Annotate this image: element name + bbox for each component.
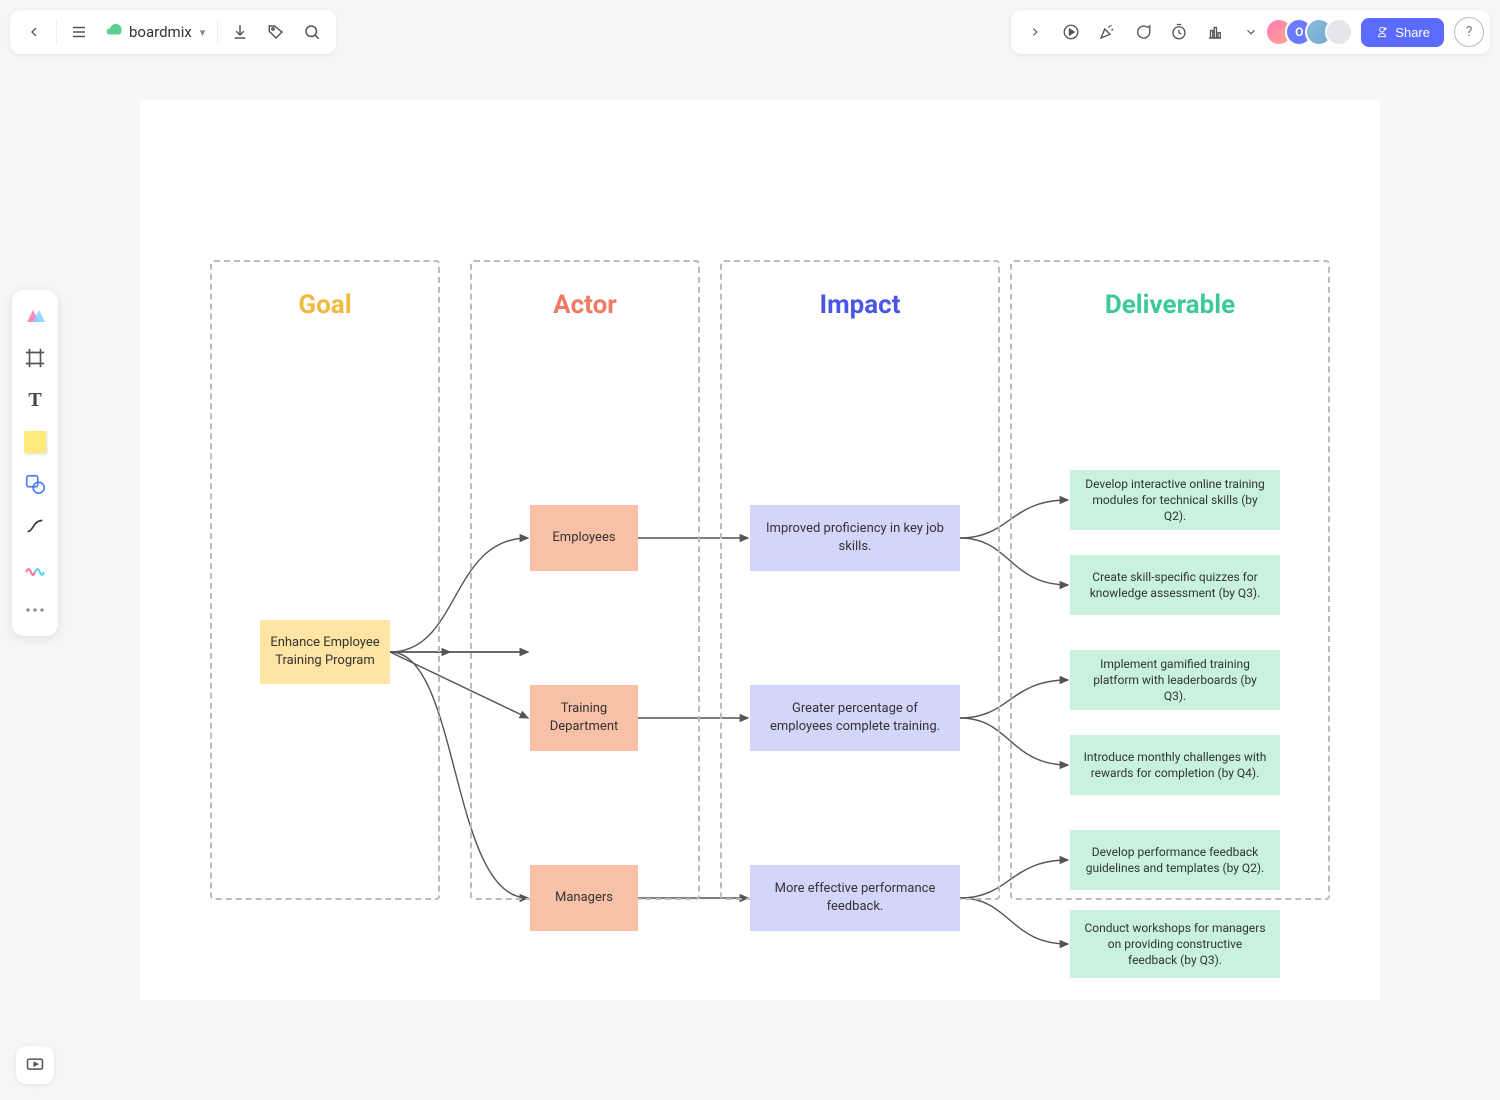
node-impact-2[interactable]: Greater percentage of employees complete… <box>750 685 960 751</box>
brand-label: boardmix <box>129 23 192 41</box>
connector-tool[interactable] <box>17 508 53 544</box>
download-button[interactable] <box>222 14 258 50</box>
expand-panel-button[interactable] <box>1017 14 1053 50</box>
back-button[interactable] <box>16 14 52 50</box>
shape-tool[interactable] <box>17 466 53 502</box>
sticky-note-icon <box>24 431 46 453</box>
sticky-note-tool[interactable] <box>17 424 53 460</box>
help-button[interactable]: ? <box>1454 17 1484 47</box>
node-goal[interactable]: Enhance Employee Training Program <box>260 620 390 684</box>
more-tools[interactable] <box>17 592 53 628</box>
column-title-deliverable: Deliverable <box>1012 290 1328 320</box>
collaborator-avatars[interactable]: O <box>1273 18 1353 46</box>
node-actor-employees[interactable]: Employees <box>530 505 638 571</box>
presentation-button[interactable] <box>16 1046 54 1084</box>
node-impact-3[interactable]: More effective performance feedback. <box>750 865 960 931</box>
node-deliverable-1[interactable]: Develop interactive online training modu… <box>1070 470 1280 530</box>
top-bar: boardmix ▾ <box>10 10 1490 54</box>
avatar[interactable] <box>1325 18 1353 46</box>
node-impact-1[interactable]: Improved proficiency in key job skills. <box>750 505 960 571</box>
separator <box>56 20 57 44</box>
column-title-goal: Goal <box>212 290 438 320</box>
node-deliverable-4[interactable]: Introduce monthly challenges with reward… <box>1070 735 1280 795</box>
column-title-actor: Actor <box>472 290 698 320</box>
menu-button[interactable] <box>61 14 97 50</box>
timer-button[interactable] <box>1161 14 1197 50</box>
comment-button[interactable] <box>1125 14 1161 50</box>
column-goal[interactable]: Goal <box>210 260 440 900</box>
topbar-left: boardmix ▾ <box>10 10 336 54</box>
node-deliverable-3[interactable]: Implement gamified training platform wit… <box>1070 650 1280 710</box>
cloud-icon <box>105 21 123 43</box>
more-tools-button[interactable] <box>1233 14 1269 50</box>
chevron-down-icon: ▾ <box>200 26 206 39</box>
tag-button[interactable] <box>258 14 294 50</box>
pen-tool[interactable] <box>17 550 53 586</box>
column-actor[interactable]: Actor <box>470 260 700 900</box>
canvas[interactable]: Goal Actor Impact Deliverable Enhance Em… <box>140 100 1380 1000</box>
column-title-impact: Impact <box>722 290 998 320</box>
share-button[interactable]: Share <box>1361 18 1444 47</box>
search-button[interactable] <box>294 14 330 50</box>
select-tool[interactable] <box>17 298 53 334</box>
node-deliverable-2[interactable]: Create skill-specific quizzes for knowle… <box>1070 555 1280 615</box>
node-deliverable-5[interactable]: Develop performance feedback guidelines … <box>1070 830 1280 890</box>
topbar-right: O Share ? <box>1011 10 1490 54</box>
node-actor-managers[interactable]: Managers <box>530 865 638 931</box>
node-deliverable-6[interactable]: Conduct workshops for managers on provid… <box>1070 910 1280 978</box>
column-impact[interactable]: Impact <box>720 260 1000 900</box>
frame-tool[interactable] <box>17 340 53 376</box>
share-label: Share <box>1395 25 1430 40</box>
celebrate-button[interactable] <box>1089 14 1125 50</box>
text-tool[interactable]: T <box>17 382 53 418</box>
node-actor-training-dept[interactable]: Training Department <box>530 685 638 751</box>
separator <box>217 20 218 44</box>
play-button[interactable] <box>1053 14 1089 50</box>
document-title-dropdown[interactable]: boardmix ▾ <box>97 21 213 43</box>
chart-button[interactable] <box>1197 14 1233 50</box>
left-toolbar: T <box>12 290 58 636</box>
